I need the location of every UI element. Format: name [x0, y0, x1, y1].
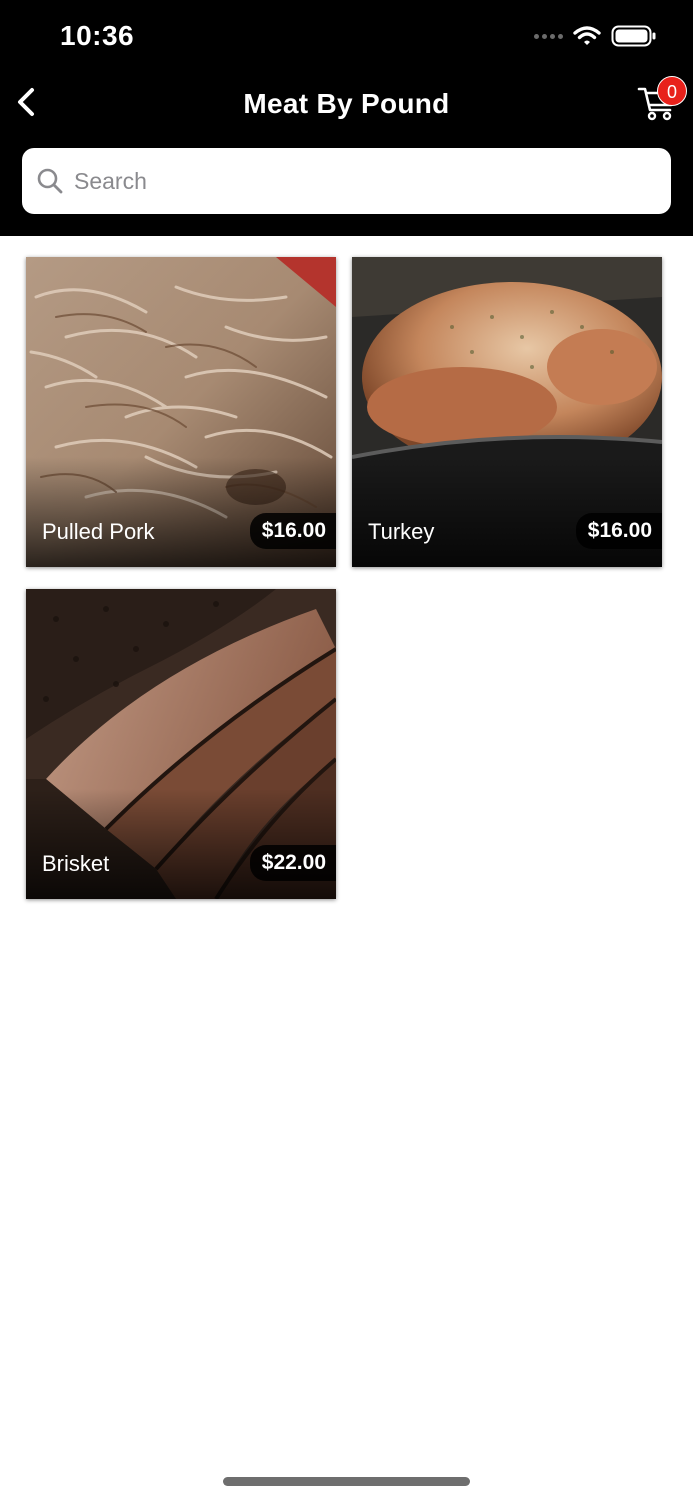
- search-input[interactable]: [72, 166, 636, 196]
- status-time: 10:36: [60, 20, 135, 51]
- home-indicator[interactable]: [223, 1477, 470, 1486]
- product-name: Turkey: [368, 519, 435, 544]
- wifi-icon: [573, 26, 601, 45]
- app-header: 10:36 Meat By Pound 0: [0, 0, 693, 236]
- search-icon: [37, 168, 63, 194]
- page-title: Meat By Pound: [243, 88, 450, 119]
- product-card-brisket[interactable]: Brisket $22.00: [26, 589, 336, 899]
- cellular-signal-icon: [534, 33, 563, 39]
- product-card-turkey[interactable]: Turkey $16.00: [352, 257, 662, 567]
- product-name: Brisket: [42, 851, 110, 876]
- search-bar[interactable]: [22, 148, 671, 214]
- battery-icon: [611, 25, 656, 47]
- product-name: Pulled Pork: [42, 519, 155, 544]
- product-price: $16.00: [575, 513, 662, 549]
- card-shade: [26, 457, 336, 567]
- cart-count-badge: 0: [657, 76, 687, 106]
- status-icons: [534, 24, 657, 48]
- product-price: $16.00: [249, 513, 336, 549]
- product-price: $22.00: [249, 845, 336, 881]
- card-shade: [26, 789, 336, 899]
- card-shade: [352, 457, 662, 567]
- product-card-pulled-pork[interactable]: Pulled Pork $16.00: [26, 257, 336, 567]
